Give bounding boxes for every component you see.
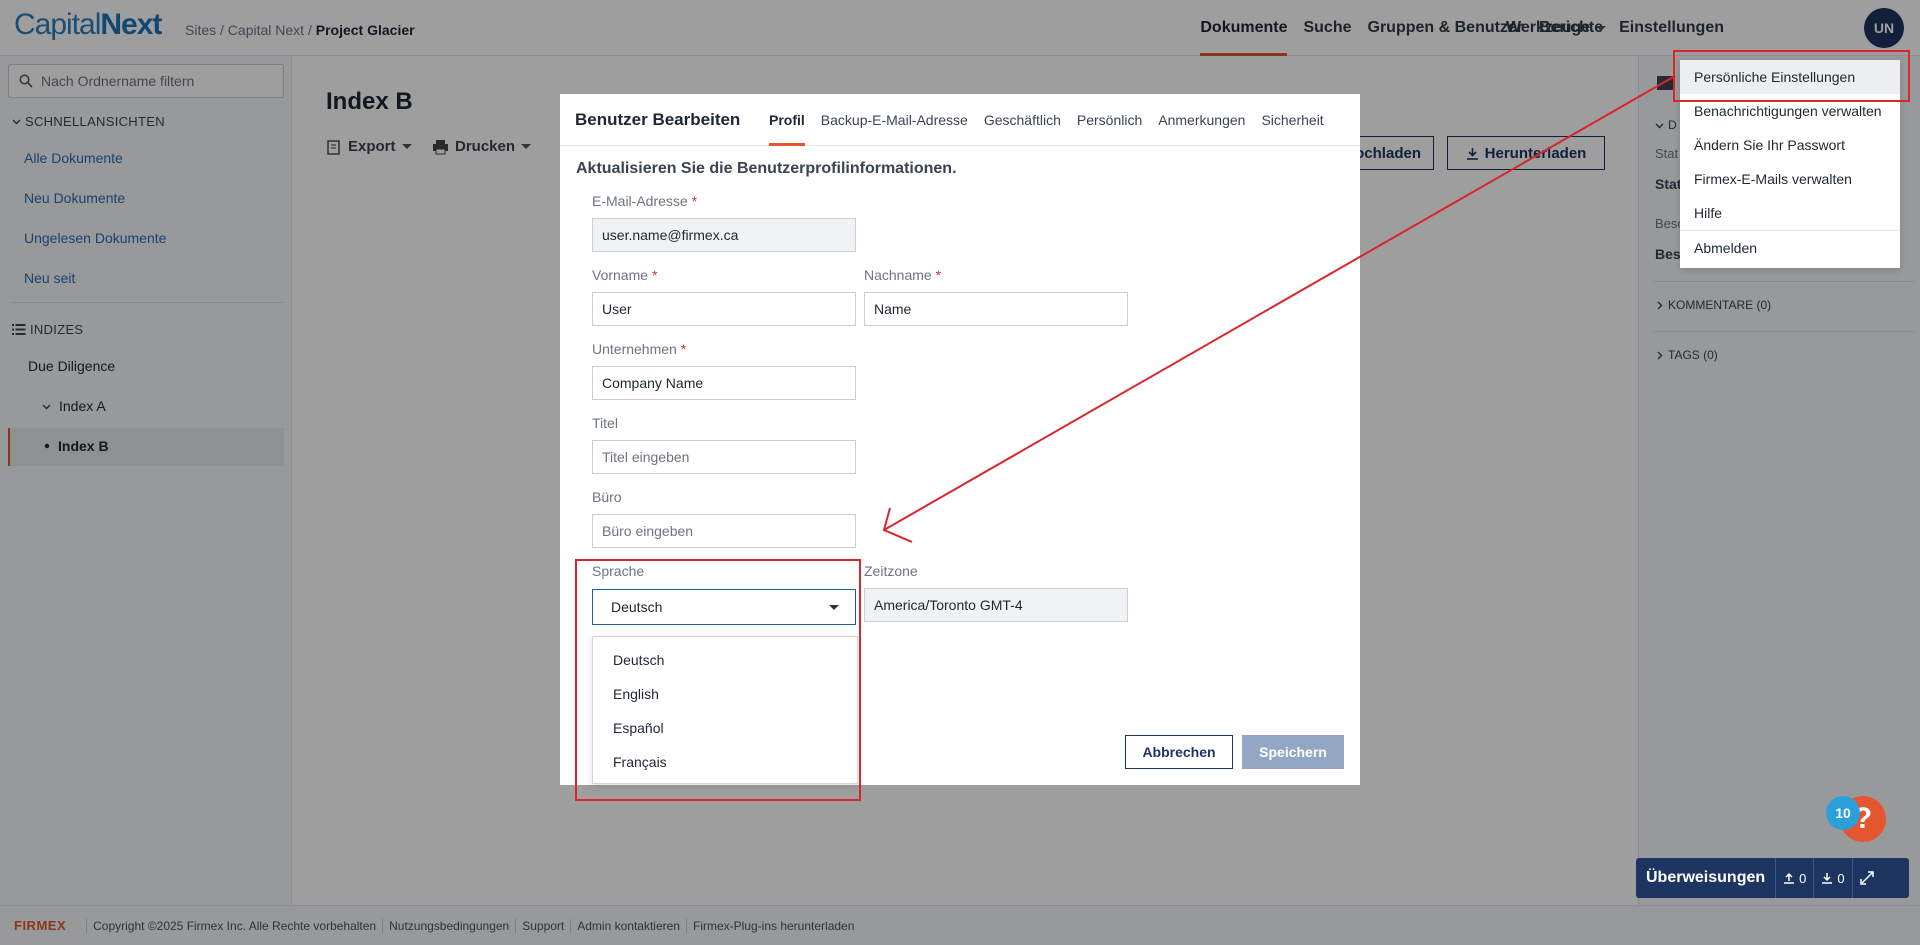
upload-count[interactable]: 0 [1775, 858, 1813, 898]
tab-persoenlich[interactable]: Persönlich [1077, 94, 1142, 146]
menu-item-logout[interactable]: Abmelden [1680, 231, 1900, 265]
title-field[interactable]: Titel eingeben [592, 440, 856, 474]
cancel-button[interactable]: Abbrechen [1125, 735, 1233, 769]
menu-item-change-password[interactable]: Ändern Sie Ihr Passwort [1680, 128, 1900, 162]
annotation-box-language [575, 559, 861, 801]
email-label: E-Mail-Adresse * [592, 193, 698, 209]
timezone-label: Zeitzone [864, 563, 918, 579]
help-count-badge: 10 [1826, 796, 1860, 830]
tab-anmerkungen[interactable]: Anmerkungen [1158, 94, 1245, 146]
first-name-field[interactable]: User [592, 292, 856, 326]
dialog-title: Benutzer Bearbeiten [575, 110, 741, 129]
expand-icon [1859, 871, 1874, 885]
dialog-tabs: Profil Backup-E-Mail-Adresse Geschäftlic… [769, 94, 1324, 146]
office-label: Büro [592, 489, 622, 505]
last-name-label: Nachname * [864, 267, 942, 283]
menu-item-manage-emails[interactable]: Firmex-E-Mails verwalten [1680, 162, 1900, 196]
company-label: Unternehmen * [592, 341, 687, 357]
save-button[interactable]: Speichern [1242, 735, 1344, 769]
tab-profil[interactable]: Profil [769, 94, 805, 146]
tab-sicherheit[interactable]: Sicherheit [1261, 94, 1323, 146]
email-field: user.name@firmex.ca [592, 218, 856, 252]
company-field[interactable]: Company Name [592, 366, 856, 400]
tab-backup-email[interactable]: Backup-E-Mail-Adresse [821, 94, 968, 146]
first-name-label: Vorname * [592, 267, 658, 283]
download-icon [1822, 873, 1833, 884]
download-count[interactable]: 0 [1813, 858, 1851, 898]
upload-icon [1784, 872, 1795, 884]
tab-geschaeftlich[interactable]: Geschäftlich [984, 94, 1061, 146]
dialog-subtitle: Aktualisieren Sie die Benutzerprofilinfo… [576, 160, 957, 177]
annotation-box-personal-settings [1673, 50, 1910, 102]
transfers-bar[interactable]: Überweisungen 0 0 [1636, 858, 1909, 898]
expand-transfers-button[interactable] [1851, 858, 1881, 898]
transfers-label: Überweisungen [1646, 869, 1766, 886]
timezone-field: America/Toronto GMT-4 [864, 588, 1128, 622]
office-field[interactable]: Büro eingeben [592, 514, 856, 548]
dialog-header: Benutzer Bearbeiten Profil Backup-E-Mail… [560, 94, 1360, 146]
menu-item-help[interactable]: Hilfe [1680, 196, 1900, 230]
last-name-field[interactable]: Name [864, 292, 1128, 326]
title-label: Titel [592, 415, 618, 431]
